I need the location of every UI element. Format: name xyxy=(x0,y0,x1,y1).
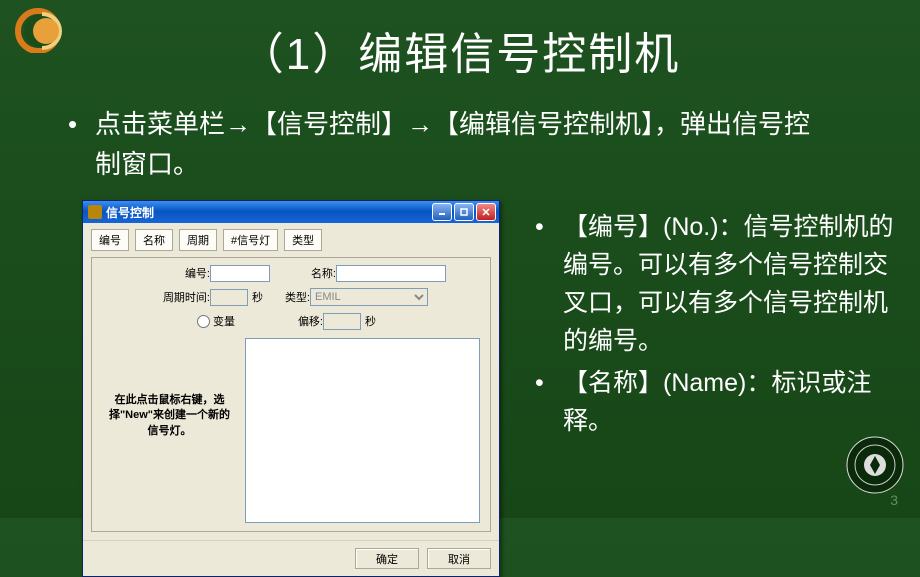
signal-control-dialog: 信号控制 ✕ 编号 名称 周期 #信号灯 类型 编号: 名称: 周期时间: 秒 … xyxy=(82,200,500,577)
label-name: 名称: xyxy=(270,265,336,281)
ok-button[interactable]: 确定 xyxy=(355,548,419,569)
university-seal-icon xyxy=(846,436,904,494)
cycle-field[interactable] xyxy=(210,289,248,306)
col-header[interactable]: 周期 xyxy=(179,229,217,251)
side-bullet: • xyxy=(535,364,544,402)
side-item-text: 【名称】(Name)：标识或注释。 xyxy=(563,369,871,435)
app-icon xyxy=(88,205,102,219)
no-field[interactable] xyxy=(210,265,270,282)
type-select[interactable]: EMIL xyxy=(310,288,428,306)
col-header[interactable]: #信号灯 xyxy=(223,229,278,251)
cancel-button[interactable]: 取消 xyxy=(427,548,491,569)
page-number: 3 xyxy=(890,492,898,508)
column-header-row: 编号 名称 周期 #信号灯 类型 xyxy=(91,229,491,251)
label-variable: 变量 xyxy=(213,313,255,329)
label-sec: 秒 xyxy=(248,289,270,305)
hint-text: 在此点击鼠标右键，选择"New"来创建一个新的信号灯。 xyxy=(102,338,237,523)
intro-content: 点击菜单栏→【信号控制】→【编辑信号控制机】，弹出信号控制窗口。 xyxy=(95,109,810,179)
label-no: 编号: xyxy=(102,265,210,281)
intro-text: • 点击菜单栏→【信号控制】→【编辑信号控制机】，弹出信号控制窗口。 xyxy=(95,104,825,185)
variable-radio[interactable] xyxy=(197,315,210,328)
side-item-text: 【编号】(No.)：信号控制机的编号。可以有多个信号控制交叉口，可以有多个信号控… xyxy=(563,213,894,355)
offset-field[interactable] xyxy=(323,313,361,330)
titlebar[interactable]: 信号控制 ✕ xyxy=(83,201,499,223)
intro-bullet: • xyxy=(68,104,77,144)
col-header[interactable]: 名称 xyxy=(135,229,173,251)
label-offset: 偏移: xyxy=(255,313,323,329)
side-bullet: • xyxy=(535,208,544,246)
close-button[interactable]: ✕ xyxy=(476,203,496,221)
label-sec2: 秒 xyxy=(361,313,376,329)
slide-title: （1）编辑信号控制机 xyxy=(0,0,920,82)
form-panel: 编号: 名称: 周期时间: 秒 类型: EMIL 变量 偏移: 秒 xyxy=(91,257,491,532)
label-type: 类型: xyxy=(270,289,310,305)
titlebar-text: 信号控制 xyxy=(106,204,430,221)
side-notes: • 【编号】(No.)：信号控制机的编号。可以有多个信号控制交叉口，可以有多个信… xyxy=(535,208,895,444)
minimize-button[interactable] xyxy=(432,203,452,221)
name-field[interactable] xyxy=(336,265,446,282)
maximize-button[interactable] xyxy=(454,203,474,221)
label-cycle: 周期时间: xyxy=(102,289,210,305)
col-header[interactable]: 编号 xyxy=(91,229,129,251)
col-header[interactable]: 类型 xyxy=(284,229,322,251)
signal-listbox[interactable] xyxy=(245,338,480,523)
brand-logo-icon xyxy=(12,8,68,53)
